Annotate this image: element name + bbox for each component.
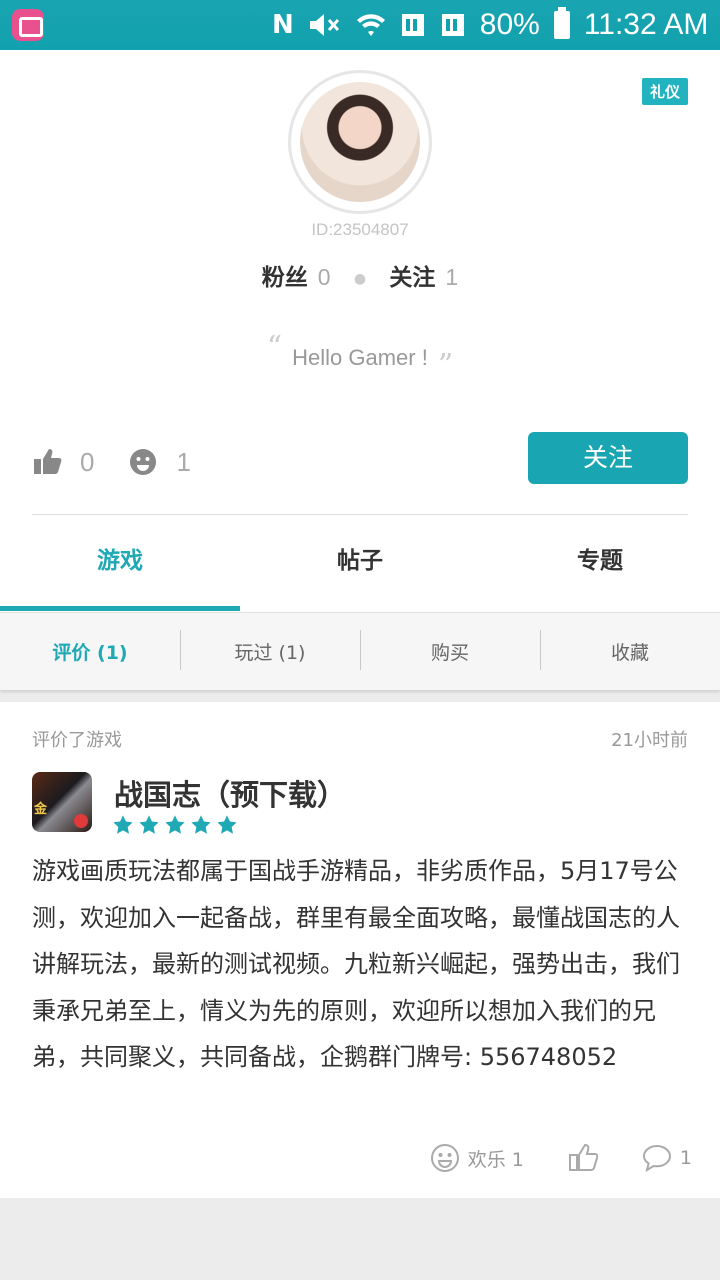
star-icon <box>217 815 237 834</box>
smiley-outline-icon <box>430 1144 459 1172</box>
smiley-icon <box>130 449 157 475</box>
like-button[interactable] <box>568 1143 598 1173</box>
sim2-icon <box>440 12 466 38</box>
nfc-icon: N <box>272 10 294 40</box>
game-icon-text: 金 <box>34 802 48 817</box>
following-count: 1 <box>445 264 459 290</box>
title-badge[interactable]: 礼仪 <box>641 78 688 105</box>
review-time: 21小时前 <box>611 730 688 751</box>
star-icon <box>139 815 159 834</box>
sim1-icon <box>400 12 426 38</box>
motto: “ Hello Gamer ! ” <box>0 330 720 383</box>
likes-stat[interactable]: 0 <box>32 447 94 478</box>
wifi-icon <box>356 12 386 38</box>
close-quote-icon: ” <box>437 348 454 383</box>
star-icon <box>165 815 185 834</box>
status-icons: N 80% 11:32 AM <box>272 7 709 42</box>
battery-icon <box>553 7 570 39</box>
tab-games[interactable]: 游戏 <box>0 515 240 611</box>
rating-stars <box>112 814 238 836</box>
thumb-up-outline-icon <box>568 1143 598 1171</box>
following-stat[interactable]: 关注 1 <box>389 264 459 291</box>
subtab-purchased[interactable]: 购买 <box>360 630 540 670</box>
thumb-up-icon <box>34 449 62 474</box>
fun-label: 欢乐 1 <box>467 1148 524 1171</box>
fun-count: 1 <box>176 446 191 477</box>
battery-percent: 80% <box>479 8 540 41</box>
likes-count: 0 <box>80 446 95 477</box>
fun-button[interactable]: 欢乐 1 <box>430 1143 524 1173</box>
motto-text: Hello Gamer ! <box>292 345 428 370</box>
profile-card: 礼仪 ID:23504807 粉丝 0 ● 关注 1 “ Hello Gamer ! ”… <box>0 50 720 612</box>
publisher-badge-icon <box>74 814 88 828</box>
reaction-stats: 0 1 <box>32 442 225 482</box>
clock: 11:32 AM <box>583 8 709 41</box>
tab-posts[interactable]: 帖子 <box>240 515 480 611</box>
app-notification-icon <box>12 9 44 41</box>
following-label: 关注 <box>389 265 436 291</box>
fans-label: 粉丝 <box>261 265 308 291</box>
comment-count: 1 <box>679 1147 692 1169</box>
review-action: 评价了游戏 <box>32 730 122 751</box>
game-title[interactable]: 战国志（预下载） <box>114 772 346 814</box>
avatar-frame[interactable] <box>288 70 432 214</box>
mute-icon <box>308 12 342 38</box>
status-bar: N 80% 11:32 AM <box>0 0 720 50</box>
open-quote-icon: “ <box>266 330 283 365</box>
sub-tabs: 评价 (1) 玩过 (1) 购买 收藏 <box>0 612 720 690</box>
subtab-favorites[interactable]: 收藏 <box>540 630 720 670</box>
review-card[interactable]: 评价了游戏 21小时前 金 战国志（预下载） 游戏画质玩法都属于国战手游精品，非… <box>0 702 720 1198</box>
follow-button[interactable]: 关注 <box>528 432 688 484</box>
follow-stats: 粉丝 0 ● 关注 1 <box>0 258 720 292</box>
subtab-reviews[interactable]: 评价 (1) <box>0 638 180 665</box>
fans-stat[interactable]: 粉丝 0 <box>261 264 338 291</box>
review-actions: 欢乐 1 1 <box>386 1140 692 1176</box>
avatar[interactable] <box>300 82 420 202</box>
comment-button[interactable]: 1 <box>642 1143 692 1173</box>
tab-topics[interactable]: 专题 <box>480 515 720 611</box>
star-icon <box>113 815 133 834</box>
subtab-played[interactable]: 玩过 (1) <box>180 630 360 670</box>
star-icon <box>191 815 211 834</box>
comment-icon <box>642 1144 671 1173</box>
review-text: 游戏画质玩法都属于国战手游精品，非劣质作品，5月17号公测，欢迎加入一起备战，群… <box>32 857 680 1071</box>
user-id: ID:23504807 <box>311 220 409 239</box>
fun-stat[interactable]: 1 <box>128 446 191 478</box>
fans-count: 0 <box>317 264 331 290</box>
main-tabs: 游戏 帖子 专题 <box>0 515 720 611</box>
separator-dot: ● <box>353 270 367 287</box>
game-icon[interactable]: 金 <box>32 772 92 832</box>
